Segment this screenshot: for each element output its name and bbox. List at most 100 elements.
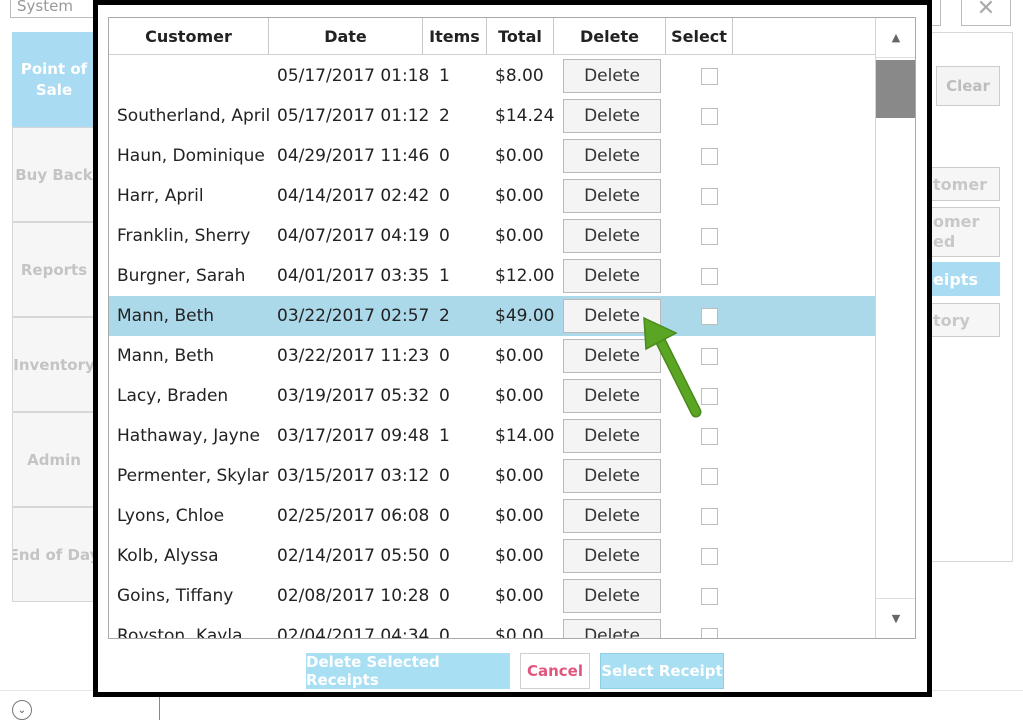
row-select-checkbox[interactable]	[700, 147, 718, 165]
cell-total: $14.24	[495, 106, 555, 126]
col-date[interactable]: Date	[269, 18, 423, 55]
col-customer[interactable]: Customer	[109, 18, 269, 55]
cell-items: 0	[439, 546, 450, 566]
cell-date: 02/08/2017 10:28	[277, 586, 430, 606]
cell-date: 04/01/2017 03:35	[277, 266, 430, 286]
table-row[interactable]: Lacy, Braden 03/19/2017 05:32 0 $0.00 Delete	[109, 376, 875, 416]
table-row[interactable]: Mann, Beth 03/22/2017 02:57 2 $49.00 Delete	[109, 296, 875, 336]
cancel-button[interactable]: Cancel	[520, 653, 590, 689]
table-row[interactable]: Goins, Tiffany 02/08/2017 10:28 0 $0.00 Dele…	[109, 576, 875, 616]
cell-customer: Haun, Dominique	[117, 146, 265, 166]
cell-items: 0	[439, 586, 450, 606]
row-delete-button[interactable]: Delete	[563, 419, 661, 453]
cell-date: 04/29/2017 11:46	[277, 146, 430, 166]
row-delete-button[interactable]: Delete	[563, 139, 661, 173]
row-select-checkbox[interactable]	[700, 427, 718, 445]
row-delete-button[interactable]: Delete	[563, 619, 661, 638]
row-delete-button[interactable]: Delete	[563, 59, 661, 93]
table-row[interactable]: Permenter, Skylar 03/15/2017 03:12 0 $0.00 D…	[109, 456, 875, 496]
row-delete-button[interactable]: Delete	[563, 459, 661, 493]
row-delete-button[interactable]: Delete	[563, 259, 661, 293]
cell-date: 04/07/2017 04:19	[277, 226, 430, 246]
row-delete-button[interactable]: Delete	[563, 299, 661, 333]
table-row[interactable]: Mann, Beth 03/22/2017 11:23 0 $0.00 Delete	[109, 336, 875, 376]
row-select-checkbox[interactable]	[700, 107, 718, 125]
row-delete-button[interactable]: Delete	[563, 339, 661, 373]
row-select-checkbox[interactable]	[700, 227, 718, 245]
row-delete-button[interactable]: Delete	[563, 379, 661, 413]
cell-customer: Burgner, Sarah	[117, 266, 246, 286]
customer-button[interactable]: tomer	[930, 167, 1000, 201]
cell-date: 03/22/2017 11:23	[277, 346, 430, 366]
cell-select	[675, 467, 743, 485]
cell-delete: Delete	[563, 179, 675, 213]
row-select-checkbox[interactable]	[700, 547, 718, 565]
cell-items: 0	[439, 146, 450, 166]
close-button[interactable]: ✕	[961, 0, 1011, 26]
receipts-button[interactable]: eipts	[930, 262, 1000, 296]
nav-buy-back[interactable]: Buy Back	[12, 127, 96, 222]
table-row[interactable]: Franklin, Sherry 04/07/2017 04:19 0 $0.00 De…	[109, 216, 875, 256]
col-total[interactable]: Total	[487, 18, 554, 55]
cell-total: $12.00	[495, 266, 555, 286]
cell-items: 0	[439, 226, 450, 246]
table-row[interactable]: Hathaway, Jayne 03/17/2017 09:48 1 $14.00 De…	[109, 416, 875, 456]
table-row[interactable]: Lyons, Chloe 02/25/2017 06:08 0 $0.00 Delete	[109, 496, 875, 536]
table-row[interactable]: Harr, April 04/14/2017 02:42 0 $0.00 Delete	[109, 176, 875, 216]
row-select-checkbox[interactable]	[700, 627, 718, 638]
row-select-checkbox[interactable]	[700, 67, 718, 85]
cell-customer: Franklin, Sherry	[117, 226, 251, 246]
row-delete-button[interactable]: Delete	[563, 179, 661, 213]
col-items[interactable]: Items	[423, 18, 487, 55]
cell-customer: Kolb, Alyssa	[117, 546, 219, 566]
clear-button[interactable]: Clear	[936, 66, 1000, 106]
row-delete-button[interactable]: Delete	[563, 499, 661, 533]
nav-end-of-day[interactable]: End of Day	[12, 507, 96, 602]
delete-selected-receipts-button[interactable]: Delete Selected Receipts	[306, 653, 510, 689]
vertical-scrollbar[interactable]: ▲ ▼	[875, 18, 915, 638]
row-delete-button[interactable]: Delete	[563, 219, 661, 253]
chevron-down-icon[interactable]: ⌄	[12, 700, 32, 720]
row-select-checkbox[interactable]	[700, 187, 718, 205]
table-row[interactable]: Haun, Dominique 04/29/2017 11:46 0 $0.00 Del…	[109, 136, 875, 176]
cell-select	[675, 507, 743, 525]
row-select-checkbox[interactable]	[700, 507, 718, 525]
close-icon: ✕	[976, 0, 996, 21]
nav-inventory[interactable]: Inventory	[12, 317, 96, 412]
scroll-down-icon[interactable]: ▼	[876, 598, 915, 638]
cell-total: $0.00	[495, 466, 544, 486]
history-button[interactable]: tory	[930, 303, 1000, 337]
table-row[interactable]: Kolb, Alyssa 02/14/2017 05:50 0 $0.00 Delete	[109, 536, 875, 576]
cell-customer: Mann, Beth	[117, 346, 215, 366]
row-select-checkbox[interactable]	[700, 347, 718, 365]
table-row[interactable]: 05/17/2017 01:18 1 $8.00 Delete	[109, 56, 875, 96]
table-row[interactable]: Royston, Kayla 02/04/2017 04:34 0 $0.00 Dele…	[109, 616, 875, 639]
cell-delete: Delete	[563, 619, 675, 638]
row-select-checkbox[interactable]	[700, 267, 718, 285]
row-select-checkbox[interactable]	[700, 307, 718, 325]
cell-delete: Delete	[563, 139, 675, 173]
cell-items: 0	[439, 626, 450, 639]
app-title-field: System	[10, 0, 100, 18]
nav-reports[interactable]: Reports	[12, 222, 96, 317]
scroll-thumb[interactable]	[876, 60, 915, 118]
row-delete-button[interactable]: Delete	[563, 579, 661, 613]
select-receipt-button[interactable]: Select Receipt	[600, 653, 724, 689]
col-select[interactable]: Select	[666, 18, 733, 55]
scroll-up-icon[interactable]: ▲	[876, 18, 915, 58]
nav-admin[interactable]: Admin	[12, 412, 96, 507]
row-select-checkbox[interactable]	[700, 467, 718, 485]
cell-delete: Delete	[563, 259, 675, 293]
col-delete[interactable]: Delete	[554, 18, 666, 55]
row-select-checkbox[interactable]	[700, 587, 718, 605]
row-delete-button[interactable]: Delete	[563, 539, 661, 573]
table-row[interactable]: Southerland, April 05/17/2017 01:12 2 $14.2…	[109, 96, 875, 136]
row-delete-button[interactable]: Delete	[563, 99, 661, 133]
row-select-checkbox[interactable]	[700, 387, 718, 405]
cell-delete: Delete	[563, 339, 675, 373]
cell-total: $0.00	[495, 186, 544, 206]
table-row[interactable]: Burgner, Sarah 04/01/2017 03:35 1 $12.00 Del…	[109, 256, 875, 296]
nav-point-of-sale[interactable]: Point of Sale	[12, 32, 96, 127]
cell-items: 0	[439, 186, 450, 206]
customer-linked-button[interactable]: omer ed	[930, 207, 1000, 257]
